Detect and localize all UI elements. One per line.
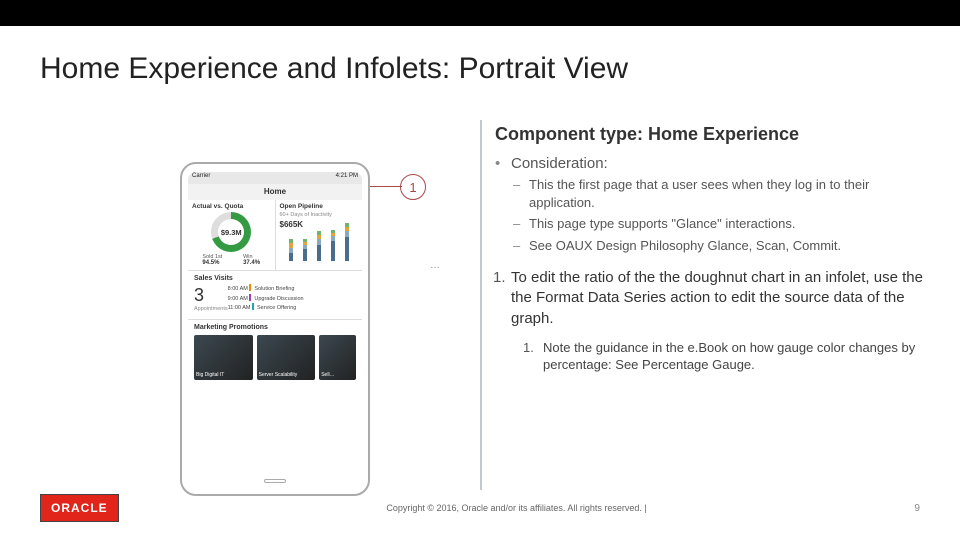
sales-line-2: 9:00 AM Upgrade Discussion bbox=[228, 294, 304, 304]
infolet-sales-visits[interactable]: Sales Visits 3 Appointments 8:00 AM Solu… bbox=[188, 271, 362, 320]
infolet2-subtitle: 60+ Days of Inactivity bbox=[280, 212, 359, 218]
promo-tile-1[interactable]: Big Digital IT bbox=[194, 335, 253, 380]
sales-bignum: 3 bbox=[194, 285, 222, 306]
donut-chart: $9.3M bbox=[211, 212, 251, 252]
infolet1-title: Actual vs. Quota bbox=[192, 203, 271, 210]
page-number: 9 bbox=[914, 503, 920, 514]
consideration-dash-1: This the first page that a user sees whe… bbox=[529, 176, 936, 211]
numbered-substep-1: Note the guidance in the e.Book on how g… bbox=[543, 339, 936, 374]
infolet1-right-pct: 37.4% bbox=[243, 260, 260, 266]
promo-tile-3[interactable]: Sell… bbox=[319, 335, 356, 380]
infolet2-title: Open Pipeline bbox=[280, 203, 359, 210]
phone-status-bar: Carrier 4:21 PM bbox=[188, 172, 362, 184]
status-carrier: Carrier bbox=[192, 173, 210, 183]
consideration-bullet: Consideration: bbox=[511, 155, 936, 172]
promo-tile-2[interactable]: Server Scalability bbox=[257, 335, 316, 380]
donut-value: $9.3M bbox=[221, 228, 242, 237]
slide-topbar bbox=[0, 0, 960, 26]
callout-circle-1: 1 bbox=[400, 174, 426, 200]
infolet-marketing[interactable]: Marketing Promotions Big Digital IT Serv… bbox=[188, 320, 362, 384]
status-time: 4:21 PM bbox=[336, 173, 358, 183]
marketing-title: Marketing Promotions bbox=[194, 324, 356, 331]
sales-title: Sales Visits bbox=[194, 275, 356, 282]
phone-screen: Carrier 4:21 PM Home Actual vs. Quota $9… bbox=[188, 172, 362, 466]
callout-number: 1 bbox=[409, 180, 416, 195]
consideration-dash-2: This page type supports "Glance" interac… bbox=[529, 215, 936, 233]
infolet-actual-vs-quota[interactable]: Actual vs. Quota $9.3M Sold 1st94.5% Win… bbox=[188, 200, 275, 270]
callout-side-label: … bbox=[430, 260, 440, 271]
infolet1-left-pct: 94.5% bbox=[202, 260, 222, 266]
right-column: Component type: Home Experience Consider… bbox=[495, 124, 936, 374]
infolet-row: Actual vs. Quota $9.3M Sold 1st94.5% Win… bbox=[188, 200, 362, 271]
sales-line-3: 11:00 AM Service Offering bbox=[228, 303, 304, 313]
stacked-bar-chart bbox=[284, 231, 355, 261]
promo-row: Big Digital IT Server Scalability Sell… bbox=[194, 335, 356, 380]
numbered-step-1: To edit the ratio of the the doughnut ch… bbox=[511, 268, 936, 329]
phone-frame: Carrier 4:21 PM Home Actual vs. Quota $9… bbox=[180, 162, 370, 496]
copyright-text: Copyright © 2016, Oracle and/or its affi… bbox=[386, 503, 646, 513]
sales-lines: 8:00 AM Solution Briefing 9:00 AM Upgrad… bbox=[228, 284, 304, 313]
oracle-logo: ORACLE bbox=[40, 494, 119, 522]
infolet1-footer: Sold 1st94.5% Win37.4% bbox=[192, 254, 271, 266]
vertical-divider bbox=[480, 120, 482, 490]
consideration-dash-3: See OAUX Design Philosophy Glance, Scan,… bbox=[529, 237, 936, 255]
slide-footer: ORACLE Copyright © 2016, Oracle and/or i… bbox=[40, 494, 920, 522]
sales-sub: Appointments bbox=[194, 306, 228, 312]
phone-home-indicator bbox=[264, 479, 286, 483]
sales-line-1: 8:00 AM Solution Briefing bbox=[228, 284, 304, 294]
component-type-heading: Component type: Home Experience bbox=[495, 124, 936, 145]
slide: Home Experience and Infolets: Portrait V… bbox=[0, 0, 960, 540]
phone-home-header: Home bbox=[188, 184, 362, 200]
slide-title: Home Experience and Infolets: Portrait V… bbox=[40, 52, 628, 86]
infolet-open-pipeline[interactable]: Open Pipeline 60+ Days of Inactivity $66… bbox=[275, 200, 363, 270]
